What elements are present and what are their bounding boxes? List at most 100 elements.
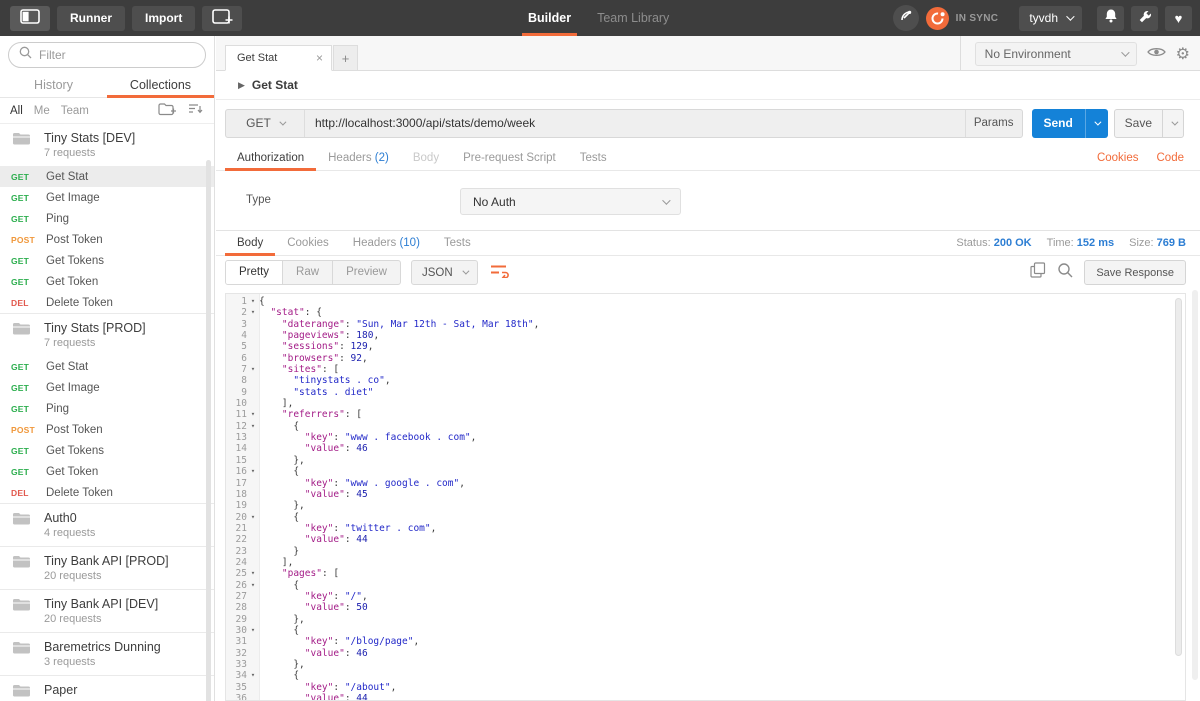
environment-preview-button[interactable] [1146, 45, 1166, 63]
new-folder-icon[interactable] [158, 102, 176, 119]
scope-all[interactable]: All [10, 105, 23, 117]
fold-toggle-icon[interactable]: ▾ [247, 625, 259, 636]
search-icon [1057, 262, 1073, 283]
fold-toggle-icon[interactable]: ▾ [247, 307, 259, 318]
request-item[interactable]: POST Post Token [0, 229, 214, 250]
import-button[interactable]: Import [132, 5, 196, 31]
request-item[interactable]: GET Get Token [0, 461, 214, 482]
new-tab-button[interactable]: + [333, 45, 358, 71]
collection-header[interactable]: Tiny Bank API [DEV] 20 requests [0, 590, 214, 632]
tab-collections[interactable]: Collections [107, 74, 214, 98]
scope-team[interactable]: Team [61, 105, 89, 117]
tab-team-library[interactable]: Team Library [597, 0, 669, 36]
environment-settings-button[interactable]: ⚙ [1176, 44, 1190, 64]
format-select[interactable]: JSON [410, 260, 478, 285]
fold-toggle-icon[interactable]: ▾ [247, 568, 259, 579]
tab-response-cookies[interactable]: Cookies [275, 231, 341, 255]
scope-me[interactable]: Me [34, 105, 50, 117]
sync-satellite-button[interactable] [892, 5, 919, 31]
collection-header[interactable]: Paper [0, 676, 214, 701]
view-mode-raw[interactable]: Raw [283, 261, 334, 284]
save-button[interactable]: Save [1115, 110, 1162, 137]
fold-toggle-icon[interactable]: ▾ [247, 296, 259, 307]
request-item[interactable]: GET Get Stat [0, 356, 214, 377]
runner-button[interactable]: Runner [57, 5, 125, 31]
tab-authorization[interactable]: Authorization [225, 146, 317, 171]
request-item[interactable]: GET Ping [0, 208, 214, 229]
fold-toggle-icon[interactable]: ▾ [247, 466, 259, 477]
request-item[interactable]: GET Get Image [0, 377, 214, 398]
request-item[interactable]: GET Get Tokens [0, 440, 214, 461]
save-response-button[interactable]: Save Response [1084, 260, 1186, 285]
method-badge: GET [11, 213, 30, 224]
collection-header[interactable]: Tiny Stats [PROD] 7 requests [0, 314, 214, 356]
user-menu[interactable]: tyvdh [1019, 5, 1082, 31]
send-options-button[interactable] [1084, 108, 1108, 138]
view-mode-pretty[interactable]: Pretty [226, 261, 284, 284]
cookies-link[interactable]: Cookies [1097, 152, 1139, 164]
tab-response-tests[interactable]: Tests [432, 231, 483, 255]
new-window-button[interactable] [202, 5, 243, 31]
collection-name: Tiny Bank API [DEV] [44, 597, 159, 611]
request-item[interactable]: GET Get Stat [0, 166, 214, 187]
request-item[interactable]: GET Get Image [0, 187, 214, 208]
collection-header[interactable]: Tiny Stats [DEV] 7 requests [0, 124, 214, 166]
wrap-text-button[interactable] [488, 261, 512, 285]
method-select[interactable]: GET [226, 109, 305, 137]
tab-tests[interactable]: Tests [568, 146, 619, 170]
fold-toggle-icon[interactable]: ▾ [247, 409, 259, 420]
favorites-button[interactable]: ♥ [1165, 5, 1192, 31]
sidebar-toggle-button[interactable] [10, 5, 50, 31]
fold-toggle-icon[interactable]: ▾ [247, 512, 259, 523]
collection-header[interactable]: Baremetrics Dunning 3 requests [0, 633, 214, 675]
tab-response-headers[interactable]: Headers (10) [341, 231, 432, 255]
notifications-button[interactable] [1097, 5, 1124, 31]
request-item[interactable]: DEL Delete Token [0, 482, 214, 503]
fold-toggle-icon[interactable]: ▾ [247, 421, 259, 432]
tab-headers[interactable]: Headers (2) [316, 146, 401, 170]
code-text: "daterange": "Sun, Mar 12th - Sat, Mar 1… [281, 318, 540, 330]
editor-scrollbar[interactable] [1175, 298, 1182, 656]
sidebar: History Collections All Me Team Tiny Sta… [0, 36, 215, 701]
params-button[interactable]: Params [964, 109, 1022, 137]
code-text: }, [259, 659, 305, 670]
sidebar-scrollbar[interactable] [206, 160, 211, 701]
request-item[interactable]: GET Ping [0, 398, 214, 419]
collection-header[interactable]: Tiny Bank API [PROD] 20 requests [0, 547, 214, 589]
tab-body[interactable]: Body [401, 146, 451, 170]
tab-builder[interactable]: Builder [521, 0, 578, 36]
tab-prerequest-script[interactable]: Pre-request Script [451, 146, 568, 170]
collapse-triangle-icon[interactable]: ▶ [238, 80, 245, 91]
save-options-button[interactable] [1162, 109, 1183, 137]
request-item[interactable]: DEL Delete Token [0, 292, 214, 313]
request-item[interactable]: POST Post Token [0, 419, 214, 440]
request-name: Get Token [46, 275, 99, 288]
open-request-tab[interactable]: Get Stat × [225, 45, 332, 71]
request-item[interactable]: GET Get Token [0, 271, 214, 292]
fold-toggle-icon[interactable]: ▾ [247, 670, 259, 681]
fold-toggle-icon[interactable]: ▾ [247, 364, 259, 375]
fold-toggle-icon[interactable]: ▾ [247, 580, 259, 591]
sort-icon[interactable] [188, 103, 204, 118]
settings-wrench-button[interactable] [1131, 5, 1158, 31]
view-mode-preview[interactable]: Preview [333, 261, 400, 284]
tab-history[interactable]: History [0, 74, 107, 97]
code-line: 29 }, [226, 614, 1185, 625]
tab-response-body[interactable]: Body [225, 231, 276, 256]
pane-scrollbar[interactable] [1192, 290, 1198, 680]
filter-input[interactable] [39, 48, 189, 62]
search-response-button[interactable] [1057, 262, 1073, 283]
copy-response-button[interactable] [1030, 262, 1046, 283]
code-link[interactable]: Code [1157, 152, 1185, 164]
environment-select[interactable]: No Environment [974, 41, 1137, 66]
request-item[interactable]: GET Get Tokens [0, 250, 214, 271]
auth-type-select[interactable]: No Auth [460, 188, 681, 215]
code-line: 33 }, [226, 659, 1185, 670]
url-input[interactable]: http://localhost:3000/api/stats/demo/wee… [305, 110, 965, 137]
time-label: Time: [1046, 237, 1074, 249]
send-button[interactable]: Send [1032, 109, 1085, 138]
collection-header[interactable]: Auth0 4 requests [0, 504, 214, 546]
close-icon[interactable]: × [316, 51, 323, 65]
